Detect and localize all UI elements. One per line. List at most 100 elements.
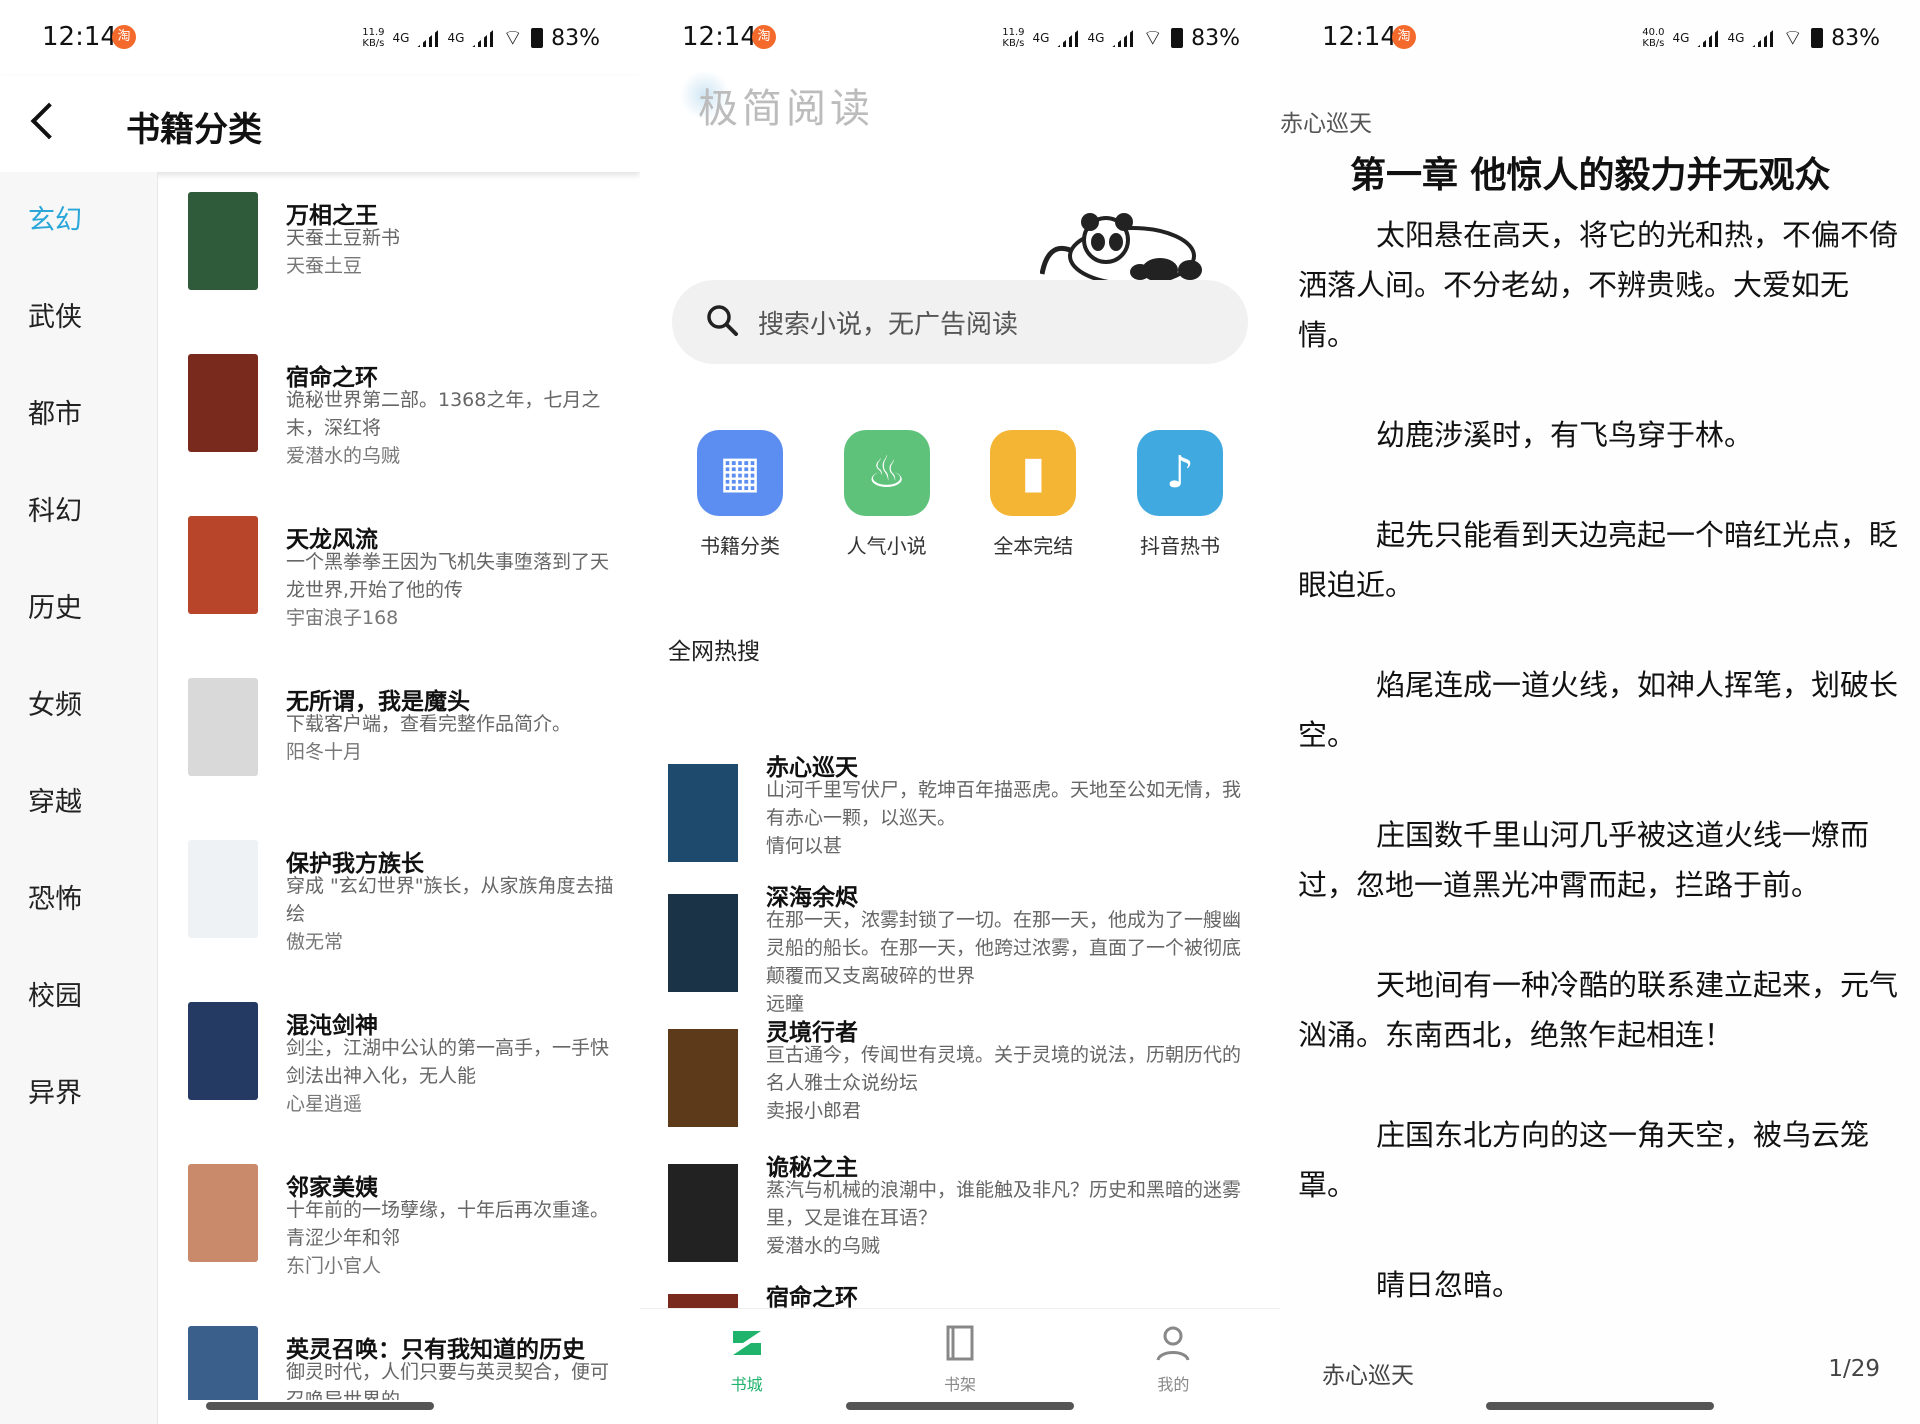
search-bar[interactable]: 搜索小说，无广告阅读 [672,280,1248,364]
book-list: 万相之王 天蚕土豆新书 天蚕土豆 宿命之环 诡秘世界第二部。1368之年，七月之末，深红… [160,172,640,1400]
book-desc-text: 十年前的一场孽缘，十年后再次重逢。青涩少年和邻 [286,1199,610,1249]
home-indicator[interactable] [1486,1402,1714,1410]
signal-icon [1752,29,1775,47]
paragraph: 起先只能看到天边亮起一个暗红光点，眨眼迫近。 [1298,518,1899,602]
book-author: 天蚕土豆 [286,255,363,277]
ranking-item[interactable]: 灵境行者 亘古通今，传闻世有灵境。关于灵境的说法，历朝历代的名人雅士众说纷坛 卖报小… [640,1001,1280,1136]
home-indicator[interactable] [846,1402,1074,1410]
signal-icon [1112,29,1135,47]
ranking-item[interactable]: 深海余烬 在那一天，浓雾封锁了一切。在那一天，他成为了一艘幽灵船的船长。在那一天，… [640,866,1280,1015]
battery-percent: 83% [1191,25,1240,51]
wifi-icon: ⌔ [1142,26,1164,51]
quick-link[interactable]: ▮ 全本完结 [973,430,1093,559]
book-description: 亘古通今，传闻世有灵境。关于灵境的说法，历朝历代的名人雅士众说纷坛 卖报小郎君 [766,1041,1250,1125]
bookshelf-icon [940,1323,980,1363]
book-desc-text: 穿成 "玄幻世界"族长，从家族角度去描绘 [286,875,614,925]
status-bar: 12:14 淘 11.9 KB/s 4G 4G ⌔ 83% [0,0,640,76]
store-icon [727,1323,767,1363]
footer-book-title: 赤心巡天 [1322,1363,1414,1389]
book-cover [188,516,258,614]
book-item[interactable]: 邻家美姨 十年前的一场孽缘，十年后再次重逢。青涩少年和邻 东门小官人 [160,1144,640,1306]
book-description: 一个黑拳拳王因为飞机失事堕落到了天龙世界,开始了他的传 宇宙浪子168 [286,548,616,632]
book-author: 傲无常 [286,931,344,953]
home-indicator[interactable] [206,1402,434,1410]
tab-profile[interactable]: 我的 [1067,1309,1280,1424]
profile-icon [1153,1323,1193,1363]
ranking-item[interactable]: 宿命之环 [640,1266,1280,1308]
book-description: 穿成 "玄幻世界"族长，从家族角度去描绘傲无常 [286,872,616,956]
network-speed: 11.9 KB/s [362,27,385,49]
book-cover [668,1029,738,1127]
book-description: 蒸汽与机械的浪潮中，谁能触及非凡？历史和黑暗的迷雾里，又是谁在耳语？ 爱潜水的乌贼 [766,1176,1250,1260]
search-placeholder: 搜索小说，无广告阅读 [758,310,1019,340]
tab-label: 我的 [1157,1375,1190,1394]
book-author: 阳冬十月 [286,741,363,763]
app-header: 书籍分类 [0,76,640,172]
book-item[interactable]: 万相之王 天蚕土豆新书 天蚕土豆 [160,172,640,334]
home-screen: 12:14 淘 11.9 KB/s 4G 4G ⌔ 83% 极简阅读 搜索小说，… [640,0,1280,1424]
paragraph: 庄国东北方向的这一角天空，被乌云笼罩。 [1298,1118,1870,1202]
network-speed: 11.9 KB/s [1002,27,1025,49]
category-item[interactable]: 穿越 [0,754,157,851]
network-speed: 40.0 KB/s [1642,27,1665,49]
book-description: 十年前的一场孽缘，十年后再次重逢。青涩少年和邻东门小官人 [286,1196,616,1280]
battery-percent: 83% [1831,25,1880,51]
quick-link[interactable]: ♪ 抖音热书 [1120,430,1240,559]
category-item[interactable]: 都市 [0,366,157,463]
back-arrow-icon[interactable] [28,102,68,142]
page-title: 书籍分类 [126,110,262,150]
quick-link[interactable]: ▦ 书籍分类 [680,430,800,559]
book-title: 宿命之环 [766,1285,858,1308]
quick-link-label: 人气小说 [846,534,927,558]
book-description: 诡秘世界第二部。1368之年，七月之末，深红将 爱潜水的乌贼 [286,386,616,470]
chapter-title: 第一章 他惊人的毅力并无观众 [1350,155,1831,196]
hot-search-title: 全网热搜 [668,639,760,665]
flame-icon: ♨ [843,430,930,516]
category-item[interactable]: 武侠 [0,269,157,366]
search-icon [707,305,738,336]
tab-label: 书架 [943,1375,976,1394]
quick-links: ▦ 书籍分类 ♨ 人气小说 ▮ 全本完结 ♪ 抖音热书 [680,430,1240,559]
book-cover [668,1164,738,1262]
category-item[interactable]: 恐怖 [0,851,157,948]
battery-icon [1811,28,1824,48]
ranking-item[interactable]: 诡秘之主 蒸汽与机械的浪潮中，谁能触及非凡？历史和黑暗的迷雾里，又是谁在耳语？ 爱潜… [640,1136,1280,1266]
category-item[interactable]: 校园 [0,948,157,1045]
network-type-2: 4G [1727,31,1745,45]
book-author: 东门小官人 [286,1255,382,1277]
book-item[interactable]: 保护我方族长 穿成 "玄幻世界"族长，从家族角度去描绘 傲无常 [160,820,640,982]
book-cover [668,764,738,862]
chapter-text[interactable]: 太阳悬在高天，将它的光和热，不偏不倚洒落人间。不分老幼，不辨贵贱。大爱如无情。幼… [1298,210,1898,1360]
category-item[interactable]: 科幻 [0,463,157,560]
book-item[interactable]: 无所谓，我是魔头 下载客户端，查看完整作品简介。 阳冬十月 [160,658,640,820]
book-icon: ▮ [990,430,1077,516]
book-description: 天蚕土豆新书 天蚕土豆 [286,224,616,280]
book-author: 爱潜水的乌贼 [766,1235,881,1257]
category-sidebar: 玄幻 武侠 都市 科幻 历史 女频 穿越 恐怖 校园 异界 [0,172,158,1424]
book-description: 山河千里写伏尸，乾坤百年描恶虎。天地至公如无情，我有赤心一颗，以巡天。 情何以甚 [766,776,1250,860]
category-item[interactable]: 异界 [0,1045,157,1142]
status-time: 12:14 [682,22,757,52]
tab-store[interactable]: 书城 [640,1309,853,1424]
book-description: 御灵时代，人们只要与英灵契合，便可召唤异世界的天境草莓 [286,1358,616,1400]
category-item[interactable]: 女频 [0,657,157,754]
book-item[interactable]: 天龙风流 一个黑拳拳王因为飞机失事堕落到了天龙世界,开始了他的传 宇宙浪子168 [160,496,640,658]
page-indicator: 1/29 [1828,1356,1880,1382]
book-desc-text: 蒸汽与机械的浪潮中，谁能触及非凡？历史和黑暗的迷雾里，又是谁在耳语？ [766,1179,1242,1229]
book-item[interactable]: 混沌剑神 剑尘，江湖中公认的第一高手，一手快剑法出神入化，无人能 心星逍遥 [160,982,640,1144]
hot-ranking-list: 赤心巡天 山河千里写伏尸，乾坤百年描恶虎。天地至公如无情，我有赤心一颗，以巡天。情… [640,736,1280,1308]
signal-icon [1697,29,1720,47]
book-desc-text: 在那一天，浓雾封锁了一切。在那一天，他成为了一艘幽灵船的船长。在那一天，他跨过浓… [766,909,1242,987]
taobao-notification-icon: 淘 [1392,25,1416,49]
book-cover [188,1002,258,1100]
status-time: 12:14 [42,22,117,52]
quick-link[interactable]: ♨ 人气小说 [827,430,947,559]
book-item[interactable]: 英灵召唤：只有我知道的历史御灵时代，人们只要与英灵契合，便可召唤异世界的天境草莓 [160,1306,640,1400]
category-item[interactable]: 历史 [0,560,157,657]
category-item[interactable]: 玄幻 [0,172,157,269]
paragraph: 焰尾连成一道火线，如神人挥笔，划破长空。 [1298,668,1899,752]
music-note-icon: ♪ [1136,430,1223,516]
ranking-item[interactable]: 赤心巡天 山河千里写伏尸，乾坤百年描恶虎。天地至公如无情，我有赤心一颗，以巡天。情… [640,736,1280,866]
book-item[interactable]: 宿命之环 诡秘世界第二部。1368之年，七月之末，深红将 爱潜水的乌贼 [160,334,640,496]
book-description: 剑尘，江湖中公认的第一高手，一手快剑法出神入化，无人能 心星逍遥 [286,1034,616,1118]
